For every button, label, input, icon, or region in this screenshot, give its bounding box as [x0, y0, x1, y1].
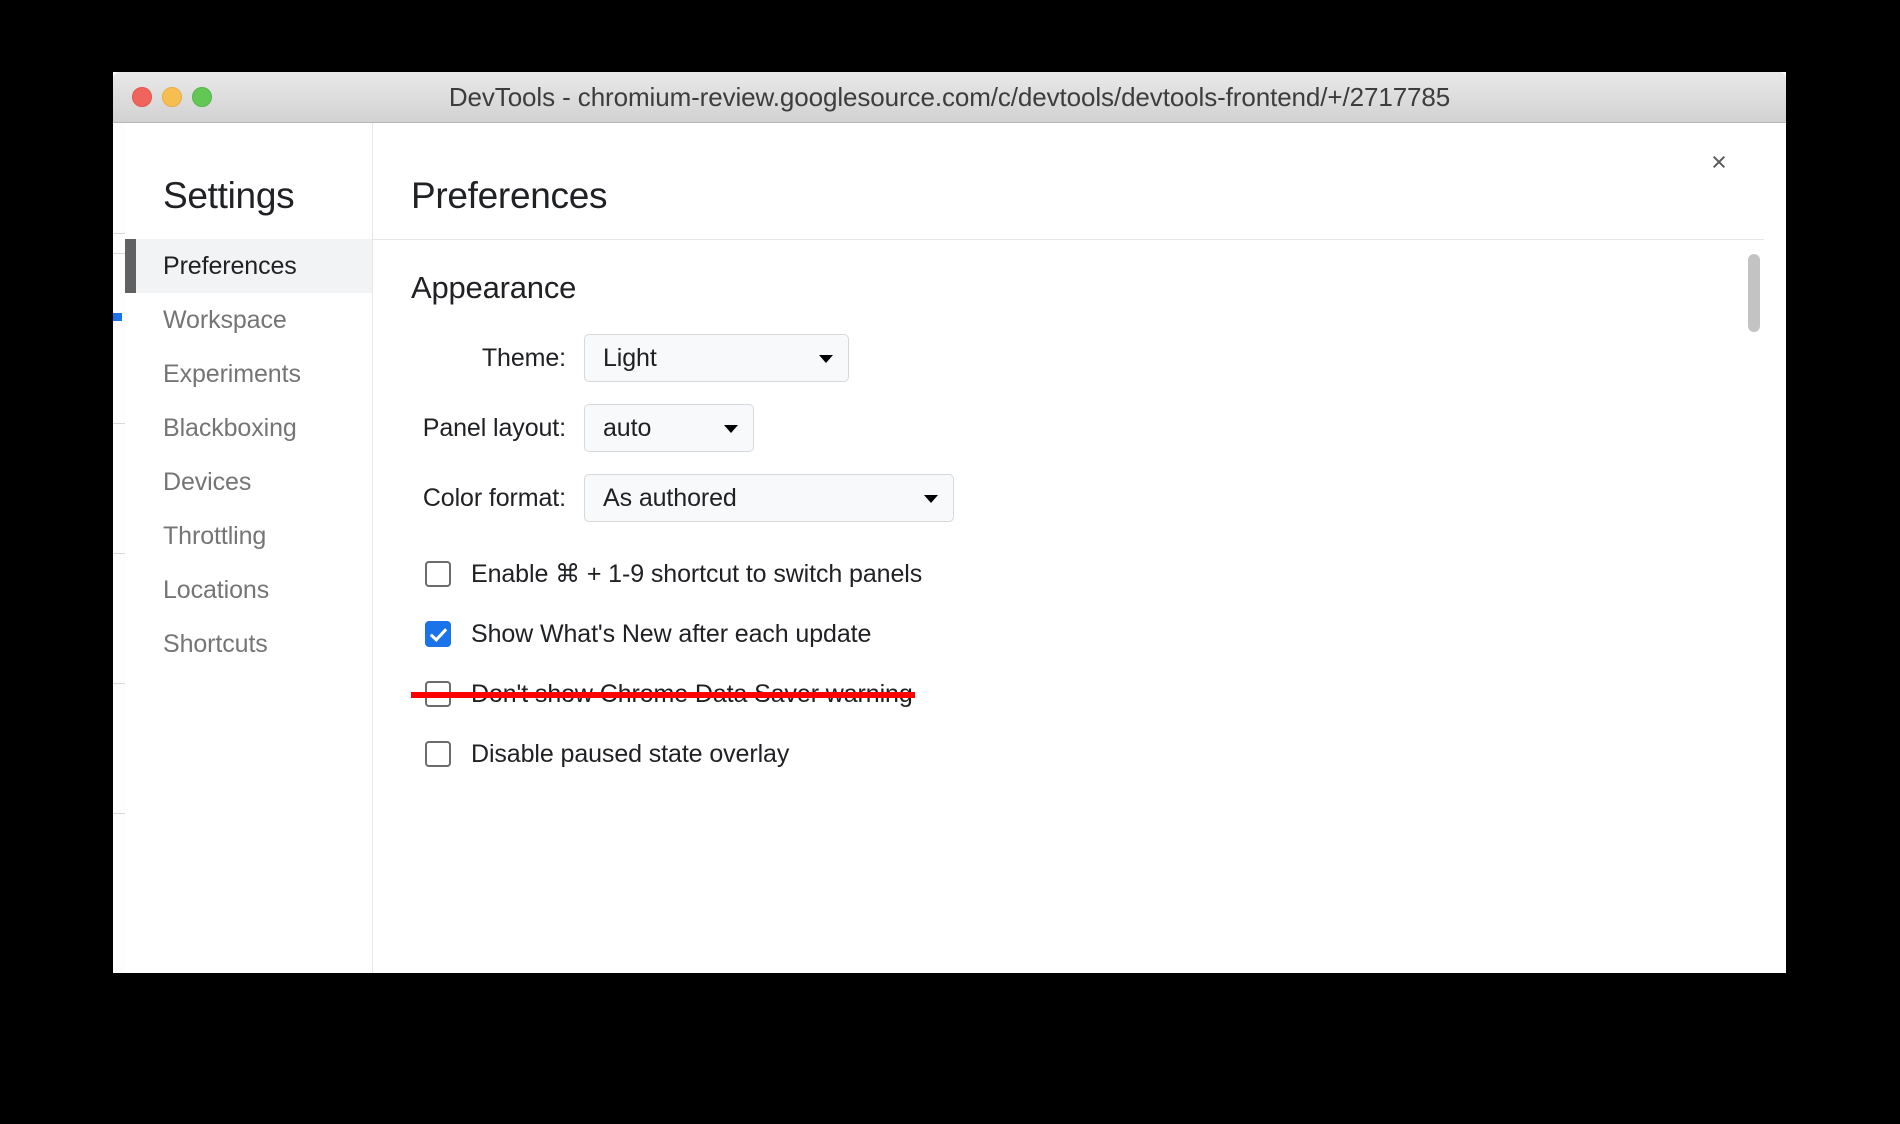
chevron-down-icon	[819, 355, 833, 363]
setting-row-enable-panel-shortcut[interactable]: Enable ⌘ + 1-9 shortcut to switch panels	[411, 544, 1764, 604]
sidebar-item-label: Throttling	[163, 521, 267, 550]
enable-panel-shortcut-checkbox[interactable]	[425, 561, 451, 587]
minimize-window-button[interactable]	[162, 87, 182, 107]
underlying-page-blue-marker	[113, 313, 122, 321]
sidebar-item-workspace[interactable]: Workspace	[125, 293, 372, 347]
sidebar-item-experiments[interactable]: Experiments	[125, 347, 372, 401]
theme-label: Theme:	[481, 343, 566, 372]
settings-scrollbar-track[interactable]	[1748, 246, 1760, 967]
setting-row-panel-layout: Panel layout: auto	[411, 404, 1764, 452]
theme-select[interactable]: Light	[584, 334, 849, 382]
settings-scroll-area: Appearance Theme: Light Panel layout: au…	[373, 239, 1764, 973]
settings-scrollbar-thumb[interactable]	[1748, 254, 1760, 332]
app-window: DevTools - chromium-review.googlesource.…	[113, 72, 1786, 973]
underlying-page-divider	[113, 253, 125, 254]
show-whats-new-checkbox[interactable]	[425, 621, 451, 647]
window-body: × Settings Preferences Workspace Experim…	[113, 123, 1786, 973]
close-window-button[interactable]	[132, 87, 152, 107]
maximize-window-button[interactable]	[192, 87, 212, 107]
sidebar-item-label: Workspace	[163, 305, 287, 334]
sidebar-item-locations[interactable]: Locations	[125, 563, 372, 617]
panel-layout-label: Panel layout:	[422, 413, 566, 442]
section-title-appearance: Appearance	[411, 270, 577, 305]
panel-layout-select[interactable]: auto	[584, 404, 754, 452]
color-format-select-value: As authored	[603, 483, 737, 512]
enable-panel-shortcut-label: Enable ⌘ + 1-9 shortcut to switch panels	[471, 560, 923, 588]
sidebar-item-label: Preferences	[163, 251, 297, 280]
window-titlebar: DevTools - chromium-review.googlesource.…	[113, 72, 1786, 123]
content-bottom-fade	[373, 957, 1764, 973]
sidebar-item-label: Blackboxing	[163, 413, 297, 442]
removed-setting-strikethrough-annotation	[411, 692, 915, 698]
sidebar-item-devices[interactable]: Devices	[125, 455, 372, 509]
show-whats-new-label: Show What's New after each update	[471, 619, 872, 648]
settings-heading: Settings	[163, 175, 295, 216]
color-format-select[interactable]: As authored	[584, 474, 954, 522]
chevron-down-icon	[924, 495, 938, 503]
setting-row-data-saver-warning[interactable]: Don't show Chrome Data Saver warning	[411, 664, 1764, 724]
underlying-page-divider	[113, 233, 125, 234]
underlying-page-divider	[113, 423, 125, 424]
panel-layout-select-value: auto	[603, 413, 652, 442]
settings-dialog: × Settings Preferences Workspace Experim…	[125, 123, 1764, 973]
disable-paused-overlay-label: Disable paused state overlay	[471, 739, 790, 768]
page-title: Preferences	[411, 175, 608, 216]
preferences-content: Appearance Theme: Light Panel layout: au…	[373, 240, 1764, 784]
settings-layout: Settings Preferences Workspace Experimen…	[125, 123, 1764, 973]
theme-select-value: Light	[603, 343, 657, 372]
setting-row-color-format: Color format: As authored	[411, 474, 1764, 522]
setting-row-show-whats-new[interactable]: Show What's New after each update	[411, 604, 1764, 664]
sidebar-item-label: Locations	[163, 575, 270, 604]
window-title: DevTools - chromium-review.googlesource.…	[448, 81, 1451, 112]
underlying-page-divider	[113, 683, 125, 684]
window-traffic-lights	[132, 72, 212, 122]
color-format-label: Color format:	[422, 483, 566, 512]
settings-main-panel: Preferences Appearance Theme: Light Pane…	[373, 123, 1764, 973]
sidebar-item-throttling[interactable]: Throttling	[125, 509, 372, 563]
sidebar-item-blackboxing[interactable]: Blackboxing	[125, 401, 372, 455]
disable-paused-overlay-checkbox[interactable]	[425, 741, 451, 767]
sidebar-item-shortcuts[interactable]: Shortcuts	[125, 617, 372, 671]
setting-row-disable-paused-overlay[interactable]: Disable paused state overlay	[411, 724, 1764, 784]
underlying-page-divider	[113, 553, 125, 554]
sidebar-item-preferences[interactable]: Preferences	[125, 239, 372, 293]
underlying-page-divider	[113, 813, 125, 814]
sidebar-item-label: Experiments	[163, 359, 301, 388]
setting-row-theme: Theme: Light	[411, 334, 1764, 382]
sidebar-item-label: Devices	[163, 467, 252, 496]
settings-sidebar: Settings Preferences Workspace Experimen…	[125, 123, 373, 973]
sidebar-item-label: Shortcuts	[163, 629, 268, 658]
chevron-down-icon	[724, 425, 738, 433]
